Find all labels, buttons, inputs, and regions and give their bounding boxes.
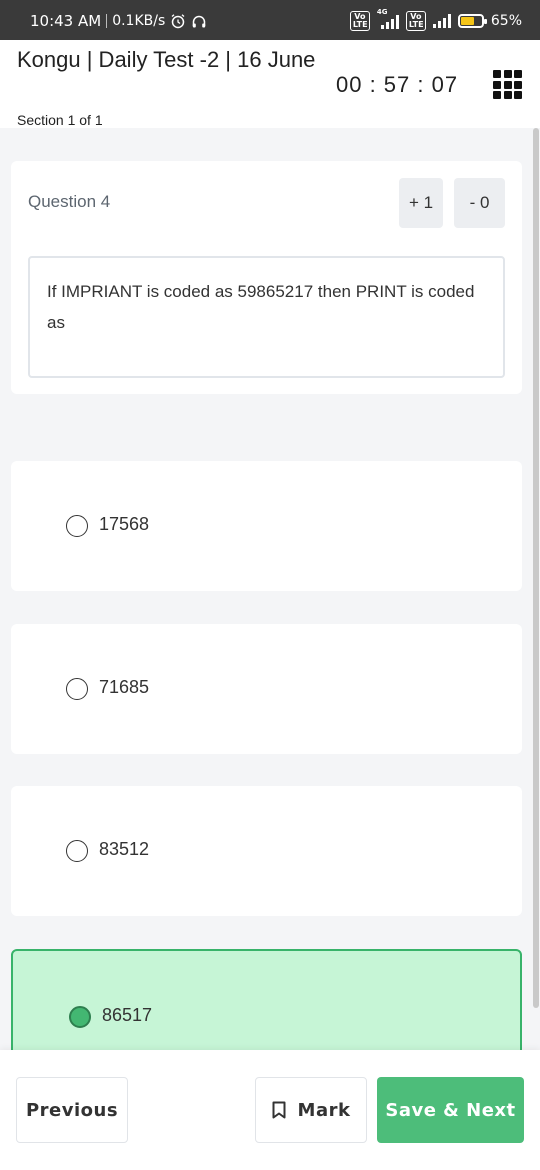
battery-fill [460, 17, 474, 25]
battery-icon [457, 14, 487, 28]
negative-marks-badge: - 0 [454, 178, 505, 228]
option-2[interactable]: 71685 [11, 624, 522, 754]
page-title: Kongu | Daily Test -2 | 16 June [17, 47, 316, 72]
radio-button-selected[interactable] [69, 1006, 91, 1028]
network-speed: 0.1KB/s [112, 13, 166, 29]
option-1[interactable]: 17568 [11, 461, 522, 591]
previous-button[interactable]: Previous [16, 1077, 128, 1143]
question-card: Question 4 + 1 - 0 If IMPRIANT is coded … [11, 161, 522, 394]
status-separator [106, 14, 108, 28]
status-bar: 10:43 AM 0.1KB/s Vo LTE 4G Vo LTE 65% [0, 0, 540, 40]
signal-icon-2 [432, 14, 451, 28]
question-text: If IMPRIANT is coded as 59865217 then PR… [28, 256, 505, 378]
radio-button[interactable] [66, 840, 88, 862]
status-time: 10:43 AM [30, 12, 102, 30]
option-text: 17568 [99, 514, 150, 534]
section-indicator: Section 1 of 1 [17, 112, 103, 128]
mark-button-label: Mark [297, 1099, 351, 1121]
radio-button[interactable] [66, 515, 88, 537]
status-right: Vo LTE 4G Vo LTE 65% [349, 8, 522, 31]
scrollbar[interactable] [533, 128, 539, 1008]
volte-badge-2: Vo LTE [405, 11, 426, 31]
option-text: 71685 [99, 677, 150, 697]
volte-badge: Vo LTE [349, 11, 370, 31]
option-text: 86517 [102, 1005, 153, 1025]
option-3[interactable]: 83512 [11, 786, 522, 916]
save-and-next-button[interactable]: Save & Next [377, 1077, 524, 1143]
headphones-icon [193, 15, 206, 28]
alarm-icon [171, 14, 185, 29]
question-grid-icon[interactable] [493, 70, 522, 99]
bookmark-icon [272, 1101, 286, 1119]
radio-button[interactable] [66, 678, 88, 700]
bottom-action-bar: Previous Mark Save & Next [0, 1050, 540, 1170]
status-left: 10:43 AM 0.1KB/s [30, 12, 207, 30]
battery-percent: 65% [490, 13, 522, 29]
mark-button[interactable]: Mark [255, 1077, 367, 1143]
question-number: Question 4 [28, 192, 111, 211]
test-header: Kongu | Daily Test -2 | 16 June 00 : 57 … [0, 40, 540, 128]
countdown-timer: 00 : 57 : 07 [336, 72, 459, 97]
option-text: 83512 [99, 839, 150, 859]
signal-icon: 4G [377, 8, 399, 29]
positive-marks-badge: + 1 [399, 178, 443, 228]
